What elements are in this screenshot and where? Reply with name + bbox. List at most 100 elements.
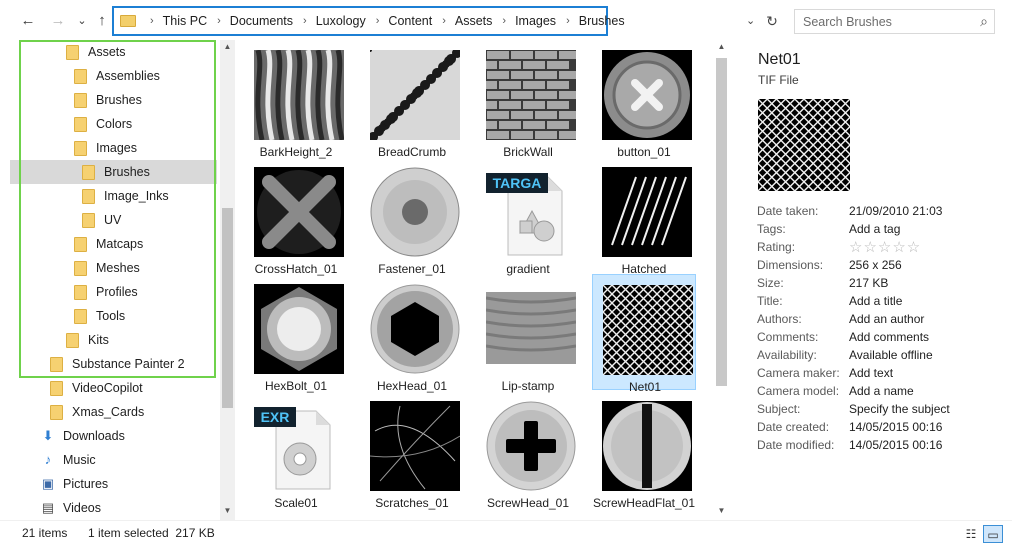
- details-title: Net01: [758, 51, 801, 68]
- breadcrumb-separator-icon[interactable]: ›: [376, 15, 380, 27]
- file-item[interactable]: EXR Scale01: [244, 391, 348, 510]
- breadcrumb-separator-icon[interactable]: ›: [442, 15, 446, 27]
- scroll-up-icon[interactable]: ▲: [220, 42, 235, 51]
- file-item[interactable]: Lip-stamp: [476, 274, 580, 393]
- nav-item[interactable]: Assets: [66, 40, 126, 64]
- file-item[interactable]: TARGA gradient: [476, 157, 580, 276]
- nav-item[interactable]: Meshes: [74, 256, 140, 280]
- refresh-button[interactable]: ↻: [763, 11, 781, 31]
- nav-item-label: UV: [104, 213, 122, 227]
- scroll-down-icon[interactable]: ▼: [220, 506, 235, 515]
- item-count: 21 items: [22, 526, 68, 540]
- file-item[interactable]: ScrewHead_01: [476, 391, 580, 510]
- file-item[interactable]: HexBolt_01: [244, 274, 348, 393]
- up-button[interactable]: ↑: [92, 11, 112, 31]
- address-dropdown-button[interactable]: ⌄: [746, 14, 755, 27]
- nav-item[interactable]: Substance Painter 2: [50, 352, 185, 376]
- address-bar[interactable]: › This PC › Documents › Luxology › Content › Asse…: [112, 6, 625, 36]
- property-value[interactable]: 14/05/2015 00:16: [849, 438, 942, 456]
- property-value[interactable]: 217 KB: [849, 276, 888, 294]
- search-icon[interactable]: ⌕: [980, 13, 988, 30]
- breadcrumb-item[interactable]: Content: [388, 14, 432, 28]
- recent-locations-button[interactable]: ⌄: [72, 11, 92, 31]
- property-value[interactable]: 21/09/2010 21:03: [849, 204, 942, 222]
- nav-item[interactable]: Image_Inks: [82, 184, 169, 208]
- forward-button[interactable]: →: [48, 11, 68, 31]
- nav-item[interactable]: Tools: [74, 304, 125, 328]
- navigation-scrollbar[interactable]: ▲ ▼: [220, 40, 235, 520]
- breadcrumb-item[interactable]: Brushes: [579, 14, 625, 28]
- search-input[interactable]: [803, 15, 963, 29]
- rating-stars[interactable]: ☆☆☆☆☆: [849, 240, 921, 258]
- search-box[interactable]: ⌕: [794, 9, 995, 34]
- nav-item[interactable]: Kits: [66, 328, 109, 352]
- property-value[interactable]: Available offline: [849, 348, 933, 366]
- navigation-scroll-thumb[interactable]: [222, 208, 233, 408]
- property-value[interactable]: Add comments: [849, 330, 929, 348]
- property-value[interactable]: Add an author: [849, 312, 924, 330]
- property-value[interactable]: Add a tag: [849, 222, 900, 240]
- property-value[interactable]: Add a name: [849, 384, 914, 402]
- property-row: Comments: Add comments: [757, 330, 929, 348]
- breadcrumb-item[interactable]: Luxology: [316, 14, 366, 28]
- nav-item[interactable]: ⬇ Downloads: [40, 424, 125, 448]
- property-value[interactable]: Add text: [849, 366, 893, 384]
- nav-item-label: Kits: [88, 333, 109, 347]
- large-icons-view-button[interactable]: ▭: [983, 525, 1003, 543]
- nav-item[interactable]: ▣ Pictures: [40, 472, 108, 496]
- nav-item[interactable]: Profiles: [74, 280, 138, 304]
- nav-item-label: Profiles: [96, 285, 138, 299]
- property-label: Date created:: [757, 420, 830, 434]
- file-thumbnail: [603, 285, 693, 375]
- file-item[interactable]: BarkHeight_2: [244, 40, 348, 159]
- file-item[interactable]: Scratches_01: [360, 391, 464, 510]
- file-item[interactable]: BrickWall: [476, 40, 580, 159]
- large-icons-view-icon: ▭: [987, 528, 999, 542]
- property-value[interactable]: 256 x 256: [849, 258, 902, 276]
- nav-item[interactable]: UV: [82, 208, 121, 232]
- file-item[interactable]: BreadCrumb: [360, 40, 464, 159]
- scroll-down-icon[interactable]: ▼: [714, 506, 729, 515]
- file-thumbnail: [602, 401, 692, 491]
- breadcrumb-separator-icon[interactable]: ›: [303, 15, 307, 27]
- nav-item[interactable]: Assemblies: [74, 64, 160, 88]
- folder-icon: [74, 284, 87, 300]
- nav-item-label: VideoCopilot: [72, 381, 143, 395]
- file-item[interactable]: Net01: [592, 274, 696, 394]
- nav-item[interactable]: Xmas_Cards: [50, 400, 144, 424]
- file-item[interactable]: ScrewHeadFlat_01: [592, 391, 696, 510]
- nav-item[interactable]: VideoCopilot: [50, 376, 143, 400]
- breadcrumb-separator-icon[interactable]: ›: [217, 15, 221, 27]
- nav-item[interactable]: Brushes: [74, 88, 142, 112]
- property-value[interactable]: 14/05/2015 00:16: [849, 420, 942, 438]
- breadcrumb-item[interactable]: Documents: [230, 14, 293, 28]
- nav-item[interactable]: Colors: [74, 112, 132, 136]
- property-row: Size: 217 KB: [757, 276, 888, 294]
- file-item[interactable]: HexHead_01: [360, 274, 464, 393]
- nav-item[interactable]: ▤ Videos: [40, 496, 101, 520]
- file-item[interactable]: Fastener_01: [360, 157, 464, 276]
- breadcrumb-item[interactable]: This PC: [163, 14, 207, 28]
- content-scroll-thumb[interactable]: [716, 58, 727, 386]
- file-list: BarkHeight_2 BreadCrumb BrickWall button_01…: [238, 40, 738, 520]
- folder-icon: [74, 308, 87, 324]
- nav-item[interactable]: Images: [74, 136, 137, 160]
- nav-item[interactable]: Matcaps: [74, 232, 143, 256]
- file-item[interactable]: Hatched: [592, 157, 696, 276]
- scroll-up-icon[interactable]: ▲: [714, 42, 729, 51]
- property-value[interactable]: Specify the subject: [849, 402, 950, 420]
- back-button[interactable]: ←: [18, 11, 38, 31]
- breadcrumb-separator-icon[interactable]: ›: [150, 15, 154, 27]
- nav-item[interactable]: Brushes: [10, 160, 217, 184]
- nav-item[interactable]: ♪ Music: [40, 448, 96, 472]
- content-scrollbar[interactable]: ▲ ▼: [713, 40, 730, 520]
- file-item[interactable]: button_01: [592, 40, 696, 159]
- breadcrumb-separator-icon[interactable]: ›: [502, 15, 506, 27]
- nav-item-label: Brushes: [104, 165, 150, 179]
- file-item[interactable]: CrossHatch_01: [244, 157, 348, 276]
- property-value[interactable]: Add a title: [849, 294, 902, 312]
- breadcrumb-item[interactable]: Images: [515, 14, 556, 28]
- details-view-button[interactable]: ☷: [961, 525, 981, 543]
- breadcrumb-item[interactable]: Assets: [455, 14, 493, 28]
- breadcrumb-separator-icon[interactable]: ›: [566, 15, 570, 27]
